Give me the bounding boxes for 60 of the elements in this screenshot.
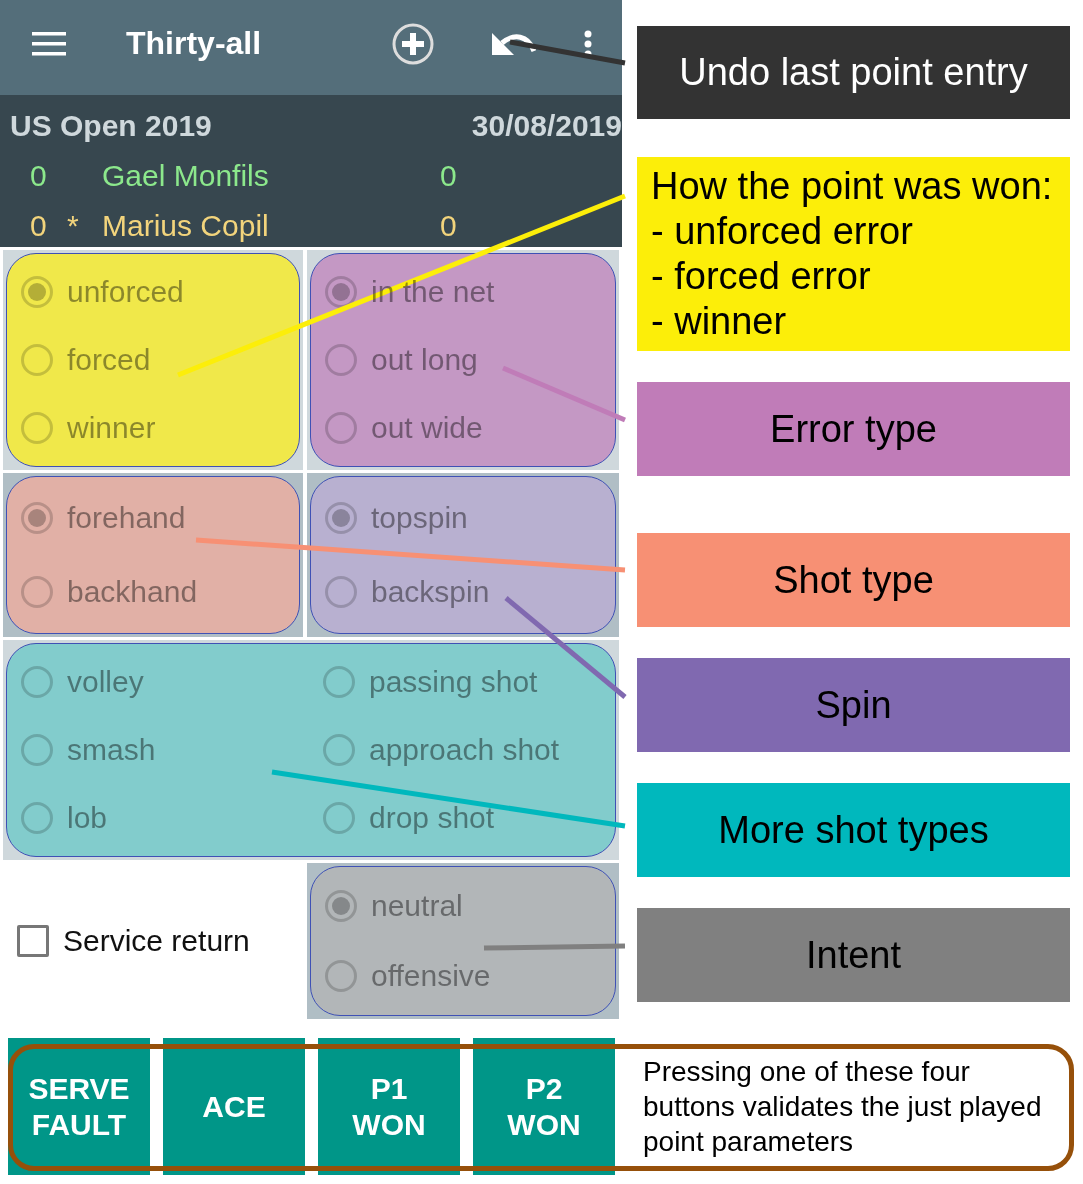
player-name: Gael Monfils (102, 159, 270, 193)
option-label: smash (67, 733, 156, 767)
option-label: backspin (371, 575, 490, 609)
radio-button[interactable] (325, 890, 357, 922)
sets-score: 0 (30, 209, 48, 243)
option-label: out long (371, 343, 478, 377)
radio-button[interactable] (325, 276, 357, 308)
checkbox-label: Service return (63, 924, 250, 958)
radio-button[interactable] (21, 734, 53, 766)
option-label: unforced (67, 275, 184, 309)
option-label: backhand (67, 575, 198, 609)
callout-label: More shot types (637, 783, 1070, 877)
radio-button[interactable] (21, 276, 53, 308)
option-label: drop shot (369, 801, 495, 835)
radio-button[interactable] (21, 412, 53, 444)
radio-button[interactable] (21, 576, 53, 608)
radio-button[interactable] (323, 734, 355, 766)
callout-label: How the point was won: - unforced error - forced error - winner (637, 157, 1070, 351)
radio-button[interactable] (21, 502, 53, 534)
option-label: out wide (371, 411, 483, 445)
callout-label: Error type (637, 382, 1070, 476)
callout-label: Intent (637, 908, 1070, 1002)
app-title: Thirty-all (126, 25, 263, 62)
callout-label: Spin (637, 658, 1070, 752)
option-label: approach shot (369, 733, 560, 767)
option-label: forced (67, 343, 151, 377)
radio-button[interactable] (323, 666, 355, 698)
match-date: 30/08/2019 (471, 109, 622, 143)
radio-button[interactable] (325, 960, 357, 992)
radio-button[interactable] (21, 666, 53, 698)
action-button[interactable]: P1 WON (318, 1038, 460, 1175)
buttons-note: Pressing one of these four buttons validates the just played point parameters (643, 1055, 1043, 1159)
points-score: 0 (440, 159, 458, 193)
callout-label: Undo last point entry (637, 26, 1070, 119)
option-label: passing shot (369, 665, 538, 699)
radio-button[interactable] (21, 802, 53, 834)
radio-button[interactable] (325, 576, 357, 608)
points-score: 0 (440, 209, 458, 243)
tournament-name: US Open 2019 (10, 109, 212, 143)
option-label: volley (67, 665, 144, 699)
radio-button[interactable] (325, 502, 357, 534)
checkbox[interactable] (17, 925, 49, 957)
player-name: Marius Copil (102, 209, 270, 243)
option-label: topspin (371, 501, 468, 535)
option-label: neutral (371, 889, 463, 923)
option-label: offensive (371, 959, 491, 993)
radio-button[interactable] (21, 344, 53, 376)
serve-marker: * (67, 209, 79, 242)
option-label: winner (67, 411, 156, 445)
option-label: lob (67, 801, 108, 835)
radio-button[interactable] (323, 802, 355, 834)
callout-label: Shot type (637, 533, 1070, 627)
option-label: forehand (67, 501, 186, 535)
action-button[interactable]: ACE (163, 1038, 305, 1175)
radio-button[interactable] (325, 412, 357, 444)
action-button[interactable]: P2 WON (473, 1038, 615, 1175)
add-icon[interactable] (391, 21, 435, 66)
sets-score: 0 (30, 159, 48, 193)
radio-button[interactable] (325, 344, 357, 376)
menu-icon[interactable] (32, 30, 66, 57)
